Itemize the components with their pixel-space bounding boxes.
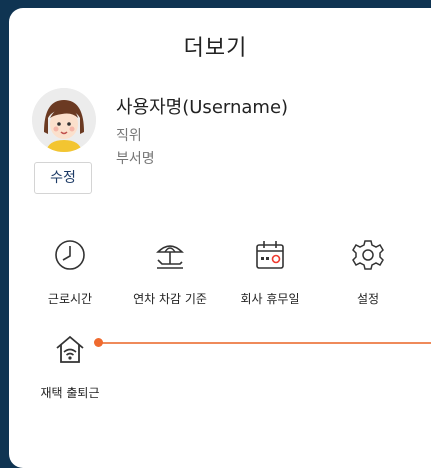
menu-label: 설정 bbox=[356, 292, 380, 306]
menu-label: 회사 휴무일 bbox=[240, 292, 300, 306]
beach-umbrella-icon bbox=[156, 245, 184, 269]
drag-handle-dot[interactable] bbox=[94, 338, 103, 347]
gear-icon bbox=[352, 240, 384, 270]
page-title: 더보기 bbox=[183, 36, 248, 61]
username: 사용자명(Username) bbox=[116, 97, 289, 118]
user-department: 부서명 bbox=[116, 151, 155, 167]
user-position: 직위 bbox=[116, 128, 142, 144]
clock-icon bbox=[55, 240, 85, 270]
menu-label: 근로시간 bbox=[47, 292, 93, 306]
menu-item-settings[interactable]: 설정 bbox=[320, 238, 416, 307]
edit-profile-button[interactable]: 수정 bbox=[34, 162, 92, 194]
avatar bbox=[32, 88, 96, 152]
home-wifi-icon bbox=[56, 335, 84, 363]
menu-item-work-hours[interactable]: 근로시간 bbox=[22, 238, 118, 307]
menu-label: 재택 출퇴근 bbox=[40, 386, 100, 400]
calendar-icon bbox=[256, 241, 284, 269]
menu-item-company-holidays[interactable]: 회사 휴무일 bbox=[222, 238, 318, 307]
menu-label: 연차 차감 기준 bbox=[133, 292, 207, 306]
drag-handle-line[interactable] bbox=[98, 342, 431, 344]
menu-item-leave-deduction[interactable]: 연차 차감 기준 bbox=[122, 238, 218, 307]
user-avatar-icon bbox=[32, 88, 96, 152]
